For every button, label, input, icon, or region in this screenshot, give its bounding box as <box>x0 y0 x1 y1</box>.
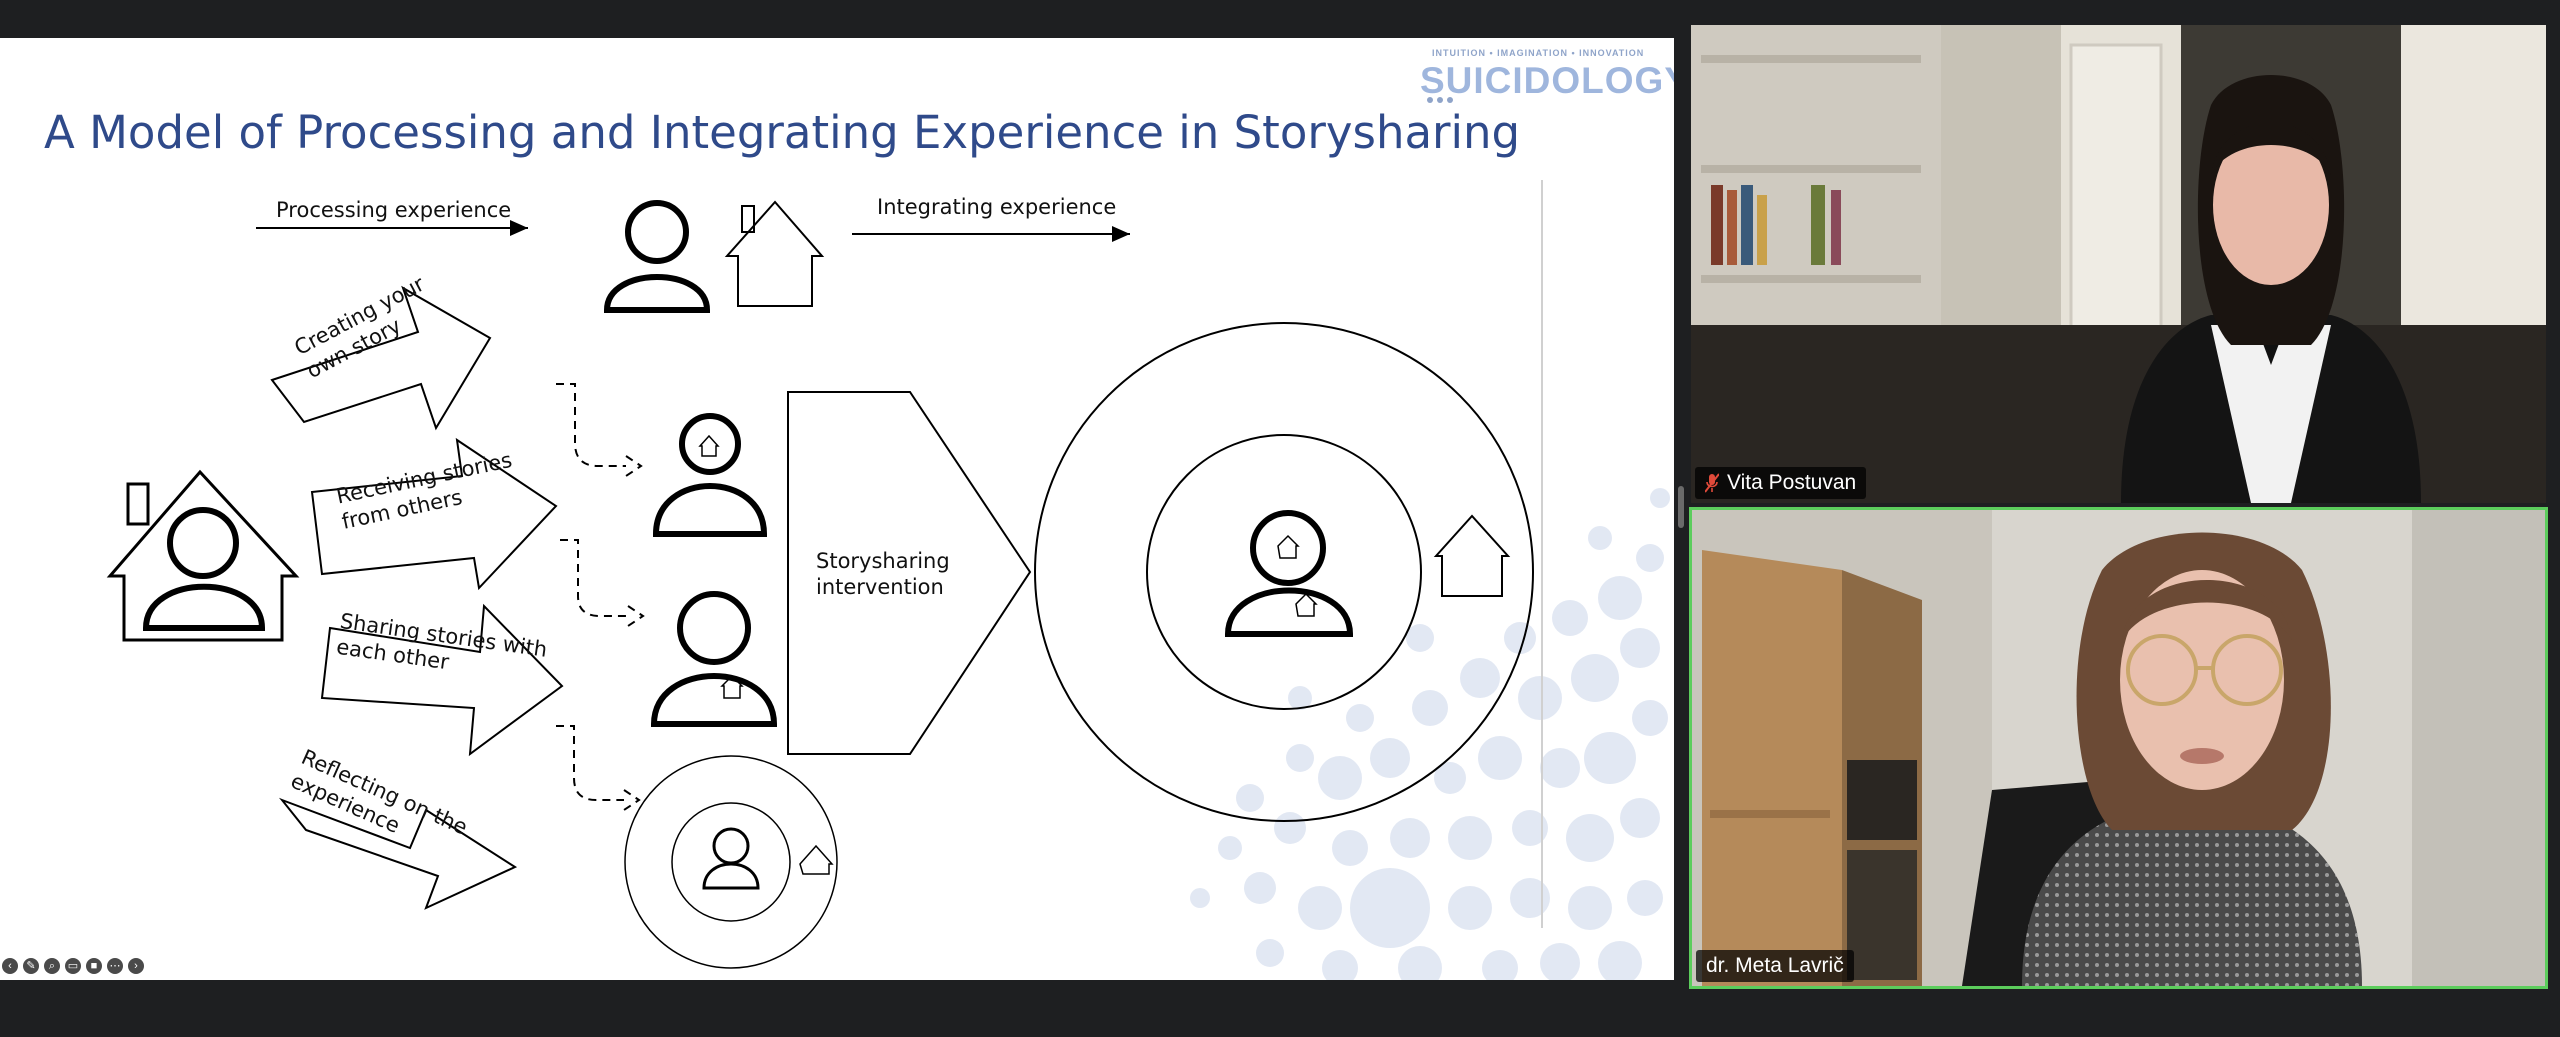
top-house-icon <box>724 200 825 307</box>
video-feed-meta <box>1692 510 2545 986</box>
participant-name-tag: dr. Meta Lavrič <box>1696 950 1854 982</box>
participant-name-tag: Vita Postuvan <box>1695 467 1867 499</box>
processing-label: Processing experience <box>276 198 512 222</box>
pen-icon[interactable]: ✎ <box>23 958 39 974</box>
slide-title: A Model of Processing and Integrating Ex… <box>44 106 1521 159</box>
small-person-icon <box>702 827 760 890</box>
large-concentric-circles <box>1034 322 1534 822</box>
dashed-arrows <box>556 383 645 811</box>
integrating-label: Integrating experience <box>877 195 1117 219</box>
video-feed-vita <box>1691 25 2546 503</box>
slide-toolbar: ‹ ✎ ⌕ ▭ ■ ⋯ › <box>2 956 144 976</box>
shared-slide: INTUITION • IMAGINATION • INNOVATION SUI… <box>0 38 1674 980</box>
person-with-house-1 <box>652 413 768 537</box>
previous-icon[interactable]: ‹ <box>2 958 18 974</box>
subtitles-icon[interactable]: ▭ <box>65 958 81 974</box>
brand-logo: SUICIDOLOGY <box>1420 60 1674 101</box>
more-icon[interactable]: ⋯ <box>107 958 123 974</box>
center-person-icon <box>1224 510 1354 637</box>
storysharing-intervention-label: Storysharing intervention <box>816 549 950 599</box>
participant-name: Vita Postuvan <box>1727 471 1857 494</box>
muted-mic-icon <box>1705 473 1719 493</box>
video-tile-meta[interactable]: dr. Meta Lavrič <box>1689 507 2548 989</box>
panel-resize-handle[interactable] <box>1678 486 1684 528</box>
zoom-icon[interactable]: ⌕ <box>44 958 60 974</box>
slide-diagram <box>106 97 1670 980</box>
left-house-person-icon <box>106 469 300 642</box>
top-person-icon <box>603 200 711 313</box>
participant-name: dr. Meta Lavrič <box>1706 954 1844 977</box>
small-house-icon <box>799 844 834 875</box>
decorative-bubbles <box>1190 488 1670 980</box>
video-tile-vita[interactable]: Vita Postuvan <box>1691 25 2546 503</box>
brand-tagline: INTUITION • IMAGINATION • INNOVATION <box>1432 48 1645 58</box>
right-house-icon <box>1433 514 1511 597</box>
person-with-house-2 <box>650 591 778 727</box>
next-icon[interactable]: › <box>128 958 144 974</box>
camera-icon[interactable]: ■ <box>86 958 102 974</box>
